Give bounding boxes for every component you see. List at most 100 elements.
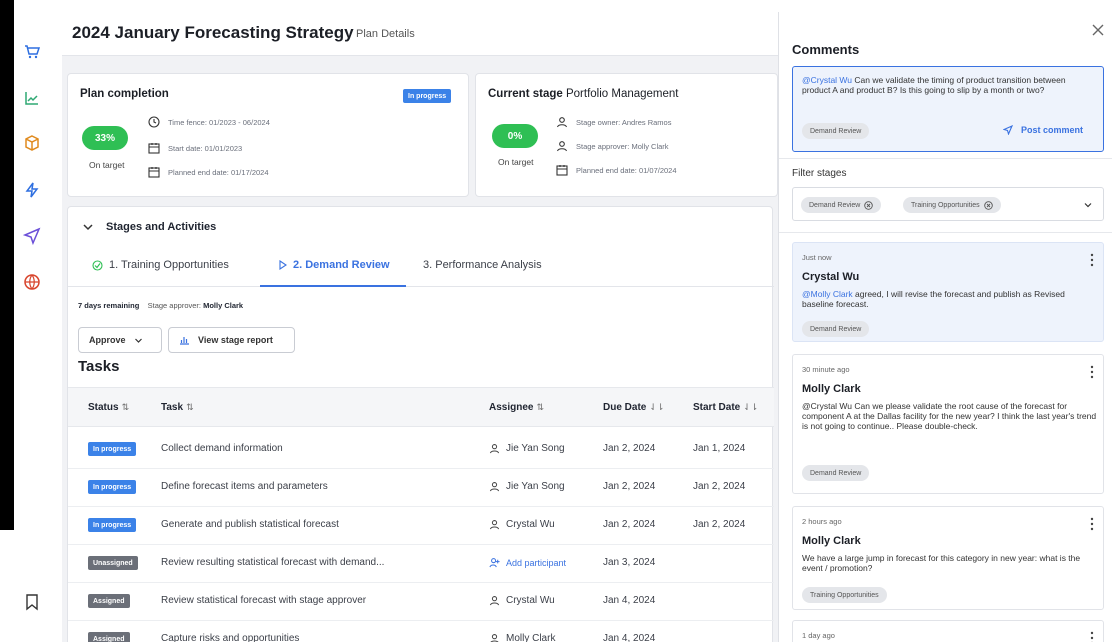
comment-card[interactable]: 1 day ago bbox=[792, 620, 1104, 642]
stage-tabs: 1. Training Opportunities 2. Demand Revi… bbox=[68, 247, 774, 287]
chevron-down-icon[interactable] bbox=[1083, 200, 1093, 210]
comment-stage-tag[interactable]: Demand Review bbox=[802, 321, 870, 337]
comment-compose-box[interactable]: @Crystal Wu Can we validate the timing o… bbox=[792, 66, 1104, 152]
assignee[interactable]: Molly Clark bbox=[489, 633, 555, 642]
approver-name: Molly Clark bbox=[203, 301, 244, 310]
start-date: Jan 2, 2024 bbox=[693, 519, 746, 530]
assignee[interactable]: Crystal Wu bbox=[489, 519, 555, 530]
person-icon bbox=[489, 482, 500, 492]
comment-author: Molly Clark bbox=[802, 383, 861, 395]
tab-demand-review[interactable]: 2. Demand Review bbox=[278, 259, 390, 271]
box-icon[interactable] bbox=[22, 133, 42, 153]
days-remaining: 7 days remaining bbox=[78, 301, 140, 310]
filter-stages-label: Filter stages bbox=[792, 168, 847, 179]
due-date: Jan 4, 2024 bbox=[603, 633, 656, 642]
comment-time: Just now bbox=[802, 253, 832, 262]
table-row[interactable]: Assigned Capture risks and opportunities… bbox=[68, 621, 774, 642]
task-name[interactable]: Define forecast items and parameters bbox=[161, 481, 328, 492]
col-due-date[interactable]: Due Date ⇃⇂ bbox=[603, 402, 664, 413]
time-fence-row: Time fence: 01/2023 - 06/2024 bbox=[148, 116, 270, 128]
tasks-table-header: Status ⇅ Task ⇅ Assignee ⇅ Due Date ⇃⇂ Start… bbox=[68, 387, 774, 427]
filter-chip[interactable]: Demand Review bbox=[801, 197, 882, 213]
sort-icon: ⇃⇂ bbox=[649, 402, 665, 412]
bar-chart-icon bbox=[180, 337, 189, 345]
cart-icon[interactable] bbox=[22, 42, 42, 62]
calendar-icon bbox=[148, 167, 160, 178]
assignee-name: Crystal Wu bbox=[506, 595, 555, 606]
comment-card[interactable]: Just now Crystal Wu @Molly Clark agreed,… bbox=[792, 242, 1104, 342]
status-badge: Unassigned bbox=[88, 556, 138, 570]
table-row[interactable]: In progress Generate and publish statist… bbox=[68, 507, 774, 545]
col-task[interactable]: Task ⇅ bbox=[161, 402, 194, 413]
task-name[interactable]: Collect demand information bbox=[161, 443, 283, 454]
divider bbox=[779, 158, 1112, 159]
remove-chip-icon[interactable] bbox=[864, 200, 874, 210]
comment-card[interactable]: 2 hours ago Molly Clark We have a large … bbox=[792, 506, 1104, 610]
stage-target-label: On target bbox=[498, 157, 534, 167]
tab-training-opportunities[interactable]: 1. Training Opportunities bbox=[92, 259, 229, 271]
send-icon[interactable] bbox=[22, 226, 42, 246]
sort-icon: ⇅ bbox=[121, 402, 130, 412]
stages-header[interactable]: Stages and Activities bbox=[82, 221, 216, 233]
more-options-icon[interactable] bbox=[1089, 631, 1095, 642]
bolt-icon[interactable] bbox=[22, 180, 42, 200]
comment-body: @Molly Clark agreed, I will revise the f… bbox=[802, 289, 1098, 309]
remove-chip-icon[interactable] bbox=[983, 200, 993, 210]
col-status[interactable]: Status ⇅ bbox=[88, 402, 129, 413]
table-row[interactable]: Unassigned Review resulting statistical … bbox=[68, 545, 774, 583]
start-date: Jan 2, 2024 bbox=[693, 481, 746, 492]
current-stage-value: Portfolio Management bbox=[565, 88, 679, 100]
task-name[interactable]: Review statistical forecast with stage a… bbox=[161, 595, 366, 606]
play-icon bbox=[279, 260, 287, 270]
comment-stage-tag[interactable]: Demand Review bbox=[802, 465, 870, 481]
table-row[interactable]: Assigned Review statistical forecast wit… bbox=[68, 583, 774, 621]
comment-draft[interactable]: @Crystal Wu Can we validate the timing o… bbox=[802, 75, 1094, 95]
calendar-icon bbox=[556, 165, 568, 176]
assignee[interactable]: Jie Yan Song bbox=[489, 481, 565, 492]
status-badge: Assigned bbox=[88, 594, 130, 608]
table-row[interactable]: In progress Collect demand information J… bbox=[68, 431, 774, 469]
assignee-name: Jie Yan Song bbox=[506, 481, 565, 492]
chart-icon[interactable] bbox=[22, 88, 42, 108]
stage-approver-row: Stage approver: Molly Clark bbox=[556, 140, 669, 152]
compose-stage-tag[interactable]: Demand Review bbox=[802, 123, 870, 139]
status-badge: In progress bbox=[88, 442, 137, 456]
comment-card[interactable]: 30 minute ago Molly Clark @Crystal Wu Ca… bbox=[792, 354, 1104, 494]
more-options-icon[interactable] bbox=[1089, 517, 1095, 531]
post-comment-button[interactable]: Post comment bbox=[1003, 125, 1083, 135]
comment-time: 1 day ago bbox=[802, 631, 835, 640]
filter-stages-select[interactable]: Demand Review Training Opportunities bbox=[792, 187, 1104, 221]
task-name[interactable]: Generate and publish statistical forecas… bbox=[161, 519, 339, 530]
task-name[interactable]: Capture risks and opportunities bbox=[161, 633, 299, 642]
assignee[interactable]: Crystal Wu bbox=[489, 595, 555, 606]
col-start-date[interactable]: Start Date ⇃⇂ bbox=[693, 402, 758, 413]
mention[interactable]: @Molly Clark bbox=[802, 289, 853, 299]
add-participant-link[interactable]: Add participant bbox=[489, 557, 566, 568]
view-stage-report-button[interactable]: View stage report bbox=[168, 327, 295, 353]
filter-chip[interactable]: Training Opportunities bbox=[903, 197, 1001, 213]
plan-percent-pill: 33% bbox=[82, 126, 128, 150]
col-assignee[interactable]: Assignee ⇅ bbox=[489, 402, 544, 413]
close-icon[interactable] bbox=[1090, 22, 1106, 38]
task-name[interactable]: Review resulting statistical forecast wi… bbox=[161, 557, 384, 568]
table-row[interactable]: In progress Define forecast items and pa… bbox=[68, 469, 774, 507]
plan-completion-card: Plan completion In progress 33% On targe… bbox=[67, 73, 469, 197]
page-subtitle: Plan Details bbox=[356, 28, 415, 40]
more-options-icon[interactable] bbox=[1089, 365, 1095, 379]
bookmark-icon[interactable] bbox=[22, 592, 42, 612]
comment-stage-tag[interactable]: Training Opportunities bbox=[802, 587, 887, 603]
status-badge: Assigned bbox=[88, 632, 130, 642]
approve-dropdown-button[interactable]: Approve bbox=[78, 327, 162, 353]
stages-panel: Stages and Activities 1. Training Opport… bbox=[67, 206, 774, 642]
globe-icon[interactable] bbox=[22, 272, 42, 292]
chevron-down-icon[interactable] bbox=[82, 221, 94, 233]
assignee[interactable]: Jie Yan Song bbox=[489, 443, 565, 454]
main-content: 2024 January Forecasting Strategy Plan D… bbox=[62, 0, 778, 642]
mention[interactable]: @Crystal Wu bbox=[802, 75, 852, 85]
stage-planned-end-row: Planned end date: 01/07/2024 bbox=[556, 164, 677, 176]
person-icon bbox=[489, 520, 500, 530]
tab-performance-analysis[interactable]: 3. Performance Analysis bbox=[423, 259, 542, 271]
chevron-down-icon bbox=[134, 338, 142, 343]
stage-owner-text: Stage owner: Andres Ramos bbox=[576, 117, 672, 127]
more-options-icon[interactable] bbox=[1089, 253, 1095, 267]
